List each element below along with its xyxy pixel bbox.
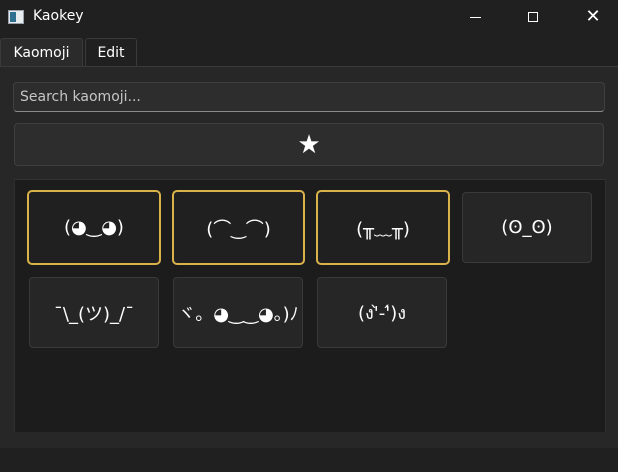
kaomoji-tile[interactable]: ¯\_(ツ)_/¯ — [29, 277, 159, 348]
kaomoji-tile[interactable]: (◕‿◕) — [27, 190, 161, 265]
tab-edit[interactable]: Edit — [85, 38, 137, 66]
close-button[interactable]: ✕ — [570, 0, 616, 34]
minimize-button[interactable] — [452, 0, 498, 34]
search-input[interactable] — [13, 82, 605, 112]
kaomoji-panel: ★ (◕‿◕) (⌒‿⌒) (╥﹏╥) (ʘ_ʘ) ¯\_(ツ)_/¯ ヾ。◕‿… — [0, 66, 618, 449]
kaomoji-grid: (◕‿◕) (⌒‿⌒) (╥﹏╥) (ʘ_ʘ) ¯\_(ツ)_/¯ ヾ。◕‿‿◕… — [14, 179, 606, 432]
app-window: Kaokey ✕ Kaomoji Edit ★ (◕‿◕) (⌒‿⌒) (╥﹏╥… — [0, 0, 618, 472]
tab-bar: Kaomoji Edit — [0, 36, 618, 66]
maximize-button[interactable] — [510, 0, 556, 34]
maximize-icon — [528, 12, 538, 22]
kaomoji-tile[interactable]: (╥﹏╥) — [316, 190, 450, 265]
kaomoji-tile[interactable]: (ʘ_ʘ) — [462, 192, 592, 263]
kaomoji-tile[interactable]: (⌒‿⌒) — [172, 190, 305, 265]
window-title: Kaokey — [33, 8, 84, 24]
kaomoji-tile[interactable]: ヾ。◕‿‿◕。)ﾉ — [173, 277, 303, 348]
minimize-icon — [469, 16, 481, 18]
app-icon — [8, 10, 24, 24]
kaomoji-tile[interactable]: (ง'̀-'́)ง — [317, 277, 447, 348]
tab-kaomoji[interactable]: Kaomoji — [0, 38, 83, 66]
status-bar — [0, 448, 618, 472]
title-bar[interactable]: Kaokey ✕ — [0, 0, 618, 34]
star-icon: ★ — [297, 129, 321, 160]
favorites-filter-button[interactable]: ★ — [14, 123, 604, 166]
close-icon: ✕ — [585, 6, 601, 27]
